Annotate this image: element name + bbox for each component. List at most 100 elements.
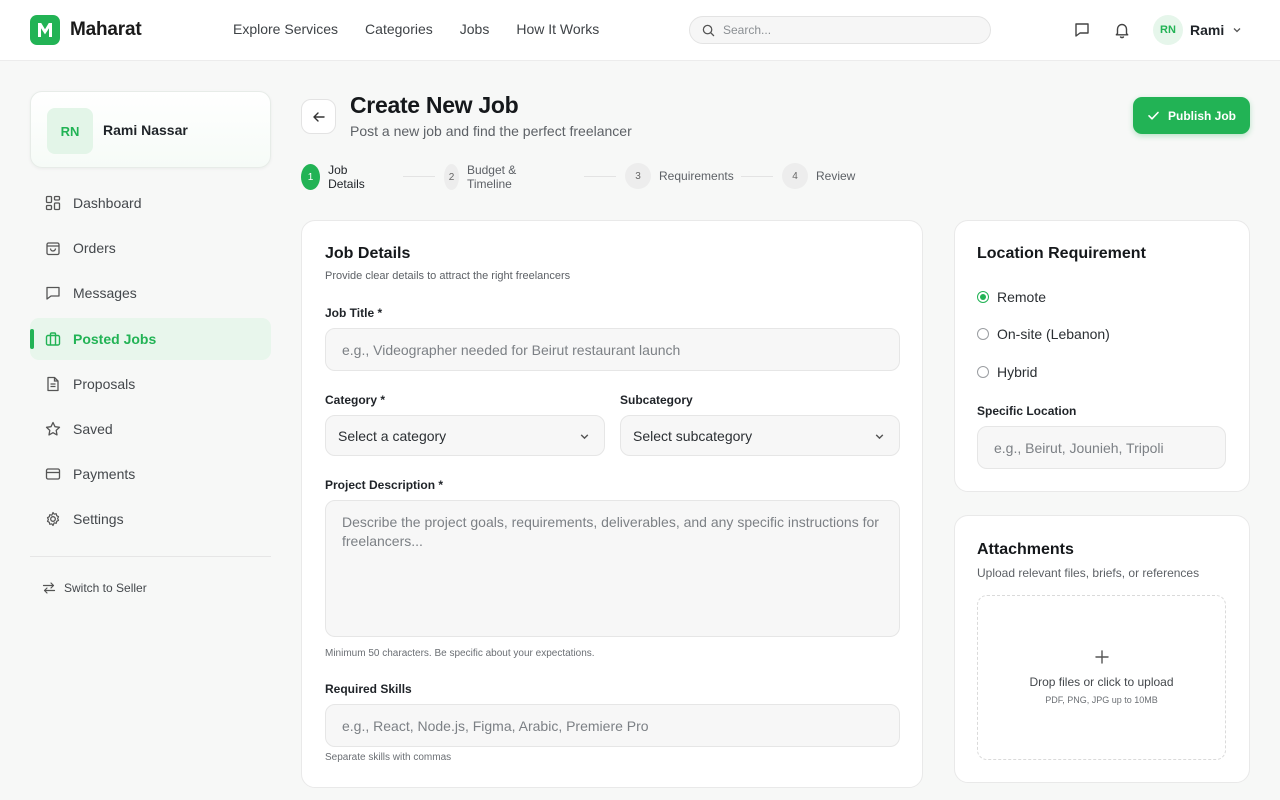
skills-label: Required Skills [325,682,412,696]
card-title: Location Requirement [977,245,1146,262]
chat-bubble-icon [1075,23,1089,37]
radio-dot [977,328,989,340]
step-number: 2 [444,164,459,190]
bell-icon [1115,23,1129,39]
sidebar-item-label: Messages [73,285,137,302]
job-title-label: Job Title * [325,306,383,320]
step-requirements[interactable]: 3 Requirements [625,163,734,189]
sidebar-divider [30,556,271,557]
user-short-name: Rami [1190,22,1225,38]
job-title-input[interactable] [325,328,900,371]
sidebar-item-posted-jobs[interactable]: Posted Jobs [30,317,271,360]
sidebar-item-payments[interactable]: Payments [30,453,271,495]
step-connector [584,176,616,177]
message-icon [46,287,60,301]
step-review[interactable]: 4 Review [782,163,855,189]
subcategory-label: Subcategory [620,393,693,407]
search-icon [702,24,715,36]
gear-icon [46,512,60,527]
switch-to-seller-button[interactable]: Switch to Seller [42,581,147,595]
messages-button[interactable] [1071,19,1093,41]
step-number: 1 [301,164,321,190]
nav-explore-services[interactable]: Explore Services [233,21,338,37]
radio-label: Hybrid [997,364,1038,380]
page-subtitle: Post a new job and find the perfect free… [350,123,632,139]
profile-name: Rami Nassar [103,122,188,138]
sidebar-item-proposals[interactable]: Proposals [30,363,271,405]
check-icon [1148,111,1159,120]
publish-label: Publish Job [1167,108,1236,123]
radio-label: Remote [997,289,1047,305]
step-label: Requirements [659,169,734,183]
sidebar-item-label: Saved [73,420,113,437]
back-button[interactable] [301,99,336,134]
sidebar-item-label: Proposals [73,375,136,392]
location-card: Location Requirement Remote On-site (Leb… [954,220,1250,492]
sidebar-item-label: Settings [73,511,124,528]
sidebar-item-saved[interactable]: Saved [30,408,271,450]
sidebar-item-label: Payments [73,466,136,483]
description-hint: Minimum 50 characters. Be specific about… [325,648,595,659]
avatar: RN [47,108,93,154]
avatar: RN [1153,15,1183,45]
user-menu[interactable]: RN Rami [1153,15,1242,45]
search-bar [689,16,991,44]
dropzone-hint: PDF, PNG, JPG up to 10MB [1045,695,1158,705]
step-label: Budget & Timeline [466,163,517,191]
nav-how-it-works[interactable]: How It Works [516,21,599,37]
top-navbar: Maharat Explore Services Categories Jobs… [0,0,1280,61]
description-textarea[interactable] [325,500,900,637]
swap-arrows-icon [42,582,56,594]
credit-card-icon [45,468,61,480]
location-option-remote[interactable]: Remote [977,289,1046,305]
category-label: Category * [325,393,386,407]
card-subtitle: Provide clear details to attract the rig… [325,270,571,282]
file-dropzone[interactable]: Drop files or click to upload PDF, PNG, … [977,595,1226,760]
profile-card[interactable]: RN Rami Nassar [30,91,271,168]
sidebar-item-messages[interactable]: Messages [30,272,271,314]
main-nav: Explore Services Categories Jobs How It … [233,21,626,37]
star-icon [45,421,61,436]
radio-dot [977,366,989,378]
sidebar-item-label: Orders [73,240,116,257]
step-budget-timeline[interactable]: 2 Budget & Timeline [444,163,523,191]
logo-mark-icon [30,15,60,45]
location-option-onsite[interactable]: On-site (Lebanon) [977,326,1110,342]
publish-job-button[interactable]: Publish Job [1133,97,1250,134]
dashboard-icon [45,195,61,211]
attachments-card: Attachments Upload relevant files, brief… [954,515,1250,783]
arrow-left-icon [312,111,325,122]
brand-name: Maharat [70,19,142,40]
notifications-button[interactable] [1111,19,1133,41]
job-details-card: Job Details Provide clear details to att… [301,220,923,788]
nav-categories[interactable]: Categories [365,21,433,37]
sidebar-item-label: Posted Jobs [73,330,157,347]
radio-label: On-site (Lebanon) [997,326,1110,342]
chevron-down-icon [1233,28,1241,33]
specific-location-input[interactable] [977,426,1226,469]
sidebar-item-orders[interactable]: Orders [30,227,271,269]
step-connector [741,176,773,177]
sidebar-item-settings[interactable]: Settings [30,498,271,540]
location-option-hybrid[interactable]: Hybrid [977,364,1037,380]
sidebar-nav: Dashboard Orders Messages Posted Jobs Pr… [30,182,271,544]
category-select[interactable]: Select a category [325,415,605,456]
shopping-bag-icon [46,242,60,256]
briefcase-icon [45,331,61,346]
sidebar-item-dashboard[interactable]: Dashboard [30,182,271,224]
page-title: Create New Job [350,92,519,118]
radio-dot [977,291,989,303]
subcategory-value: Select subcategory [633,427,753,444]
step-job-details[interactable]: 1 Job Details [301,163,372,191]
chevron-down-icon [875,434,884,440]
chevron-down-icon [580,434,589,440]
sidebar-item-label: Dashboard [73,195,142,211]
plus-icon [1095,650,1109,664]
skills-input[interactable] [325,704,900,747]
nav-jobs[interactable]: Jobs [460,21,490,37]
brand-logo[interactable]: Maharat [30,15,142,45]
step-number: 3 [625,163,651,189]
dropzone-text: Drop files or click to upload [1029,675,1174,689]
subcategory-select[interactable]: Select subcategory [620,415,900,456]
search-input[interactable] [723,23,973,37]
